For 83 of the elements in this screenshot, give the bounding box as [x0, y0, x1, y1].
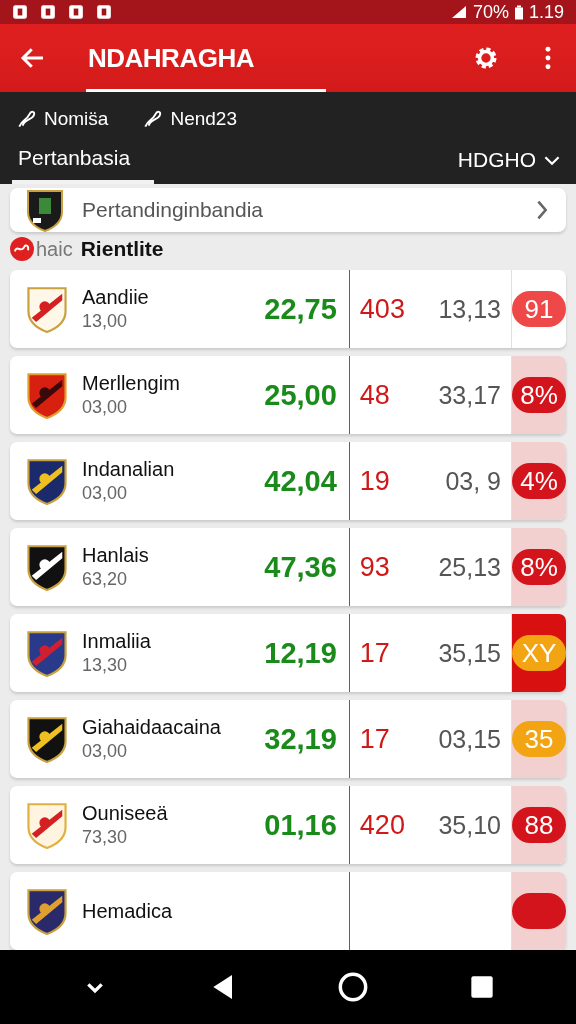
odds-value: 22,75	[264, 292, 337, 326]
signal-icon	[450, 4, 467, 20]
crest-icon	[24, 887, 70, 935]
match-row[interactable]: Hanlais 63,20 47,36 93 25,13 8%	[10, 528, 566, 606]
league-card[interactable]: Pertandinginbandia	[10, 188, 566, 232]
count-value: 93	[359, 551, 390, 583]
chevron-down-icon	[544, 154, 560, 166]
team-time: 73,30	[82, 827, 129, 848]
logo-icon	[10, 237, 34, 261]
dropdown[interactable]: HDGHO	[457, 136, 560, 184]
score-value: 13,13	[438, 294, 501, 324]
tab[interactable]: Pertanbasia	[12, 136, 155, 184]
team-time: 03,00	[82, 741, 129, 762]
notification-icon	[68, 4, 84, 20]
team-name: Giahaidaacaina	[82, 716, 222, 739]
score-value: 33,17	[438, 380, 501, 410]
count-value: 17	[359, 637, 390, 669]
score-value: 35,10	[438, 810, 501, 840]
count-value: 19	[359, 465, 390, 497]
count-value: 403	[359, 293, 405, 325]
team-time: 13,00	[82, 311, 129, 332]
crest-icon	[24, 371, 70, 419]
crest-icon	[24, 543, 70, 591]
app-title: NDAHRAGHA	[88, 42, 254, 74]
odds-value: 32,19	[264, 722, 337, 756]
crest-icon	[24, 801, 70, 849]
team-name: Merllengim	[82, 372, 181, 395]
crest-icon	[24, 629, 70, 677]
clock: 1.19	[528, 1, 564, 23]
match-row[interactable]: Inmaliia 13,30 12,19 17 35,15 XY	[10, 614, 566, 692]
crest-icon	[24, 285, 70, 333]
league-name: Pertandinginbandia	[82, 198, 264, 222]
odds-value: 12,19	[264, 636, 337, 670]
team-name: Hanlais	[82, 544, 150, 567]
team-time: 63,20	[82, 569, 129, 590]
match-row[interactable]: Giahaidaacaina 03,00 32,19 17 03,15 35	[10, 700, 566, 778]
home-icon[interactable]	[336, 971, 369, 1003]
team-time: 13,30	[82, 655, 129, 676]
battery-percent: 70%	[472, 1, 509, 23]
odds-value: 25,00	[264, 378, 337, 412]
pen-icon	[16, 108, 38, 130]
count-value: 48	[359, 379, 390, 411]
crest-icon	[24, 457, 70, 505]
percent-badge: 8%	[512, 549, 566, 585]
match-row[interactable]: Indanalian 03,00 42,04 19 03, 9 4%	[10, 442, 566, 520]
percent-badge: 91	[512, 291, 566, 327]
section-prefix: haic	[36, 237, 73, 261]
battery-icon	[514, 4, 523, 20]
score-value: 03, 9	[445, 466, 501, 496]
score-value: 35,15	[438, 638, 501, 668]
notification-icon	[12, 4, 28, 20]
score-value: 25,13	[438, 552, 501, 582]
count-value: 420	[359, 809, 405, 841]
score-value: 03,15	[438, 724, 501, 754]
percent-badge: 8%	[512, 377, 566, 413]
section-title: Rientlite	[80, 237, 164, 261]
team-name: Indanalian	[82, 458, 176, 481]
crest-icon	[24, 188, 66, 232]
team-name: Hemadica	[82, 899, 174, 923]
odds-value: 01,16	[264, 808, 337, 842]
crest-icon	[24, 715, 70, 763]
more-menu-icon[interactable]	[544, 45, 552, 71]
team-name: Aandiie	[82, 286, 150, 309]
match-row[interactable]: Aandiie 13,00 22,75 403 13,13 91	[10, 270, 566, 348]
percent-badge: 4%	[512, 463, 566, 499]
chevron-right-icon	[536, 200, 548, 220]
match-row[interactable]: Ouniseeä 73,30 01,16 420 35,10 88	[10, 786, 566, 864]
match-row[interactable]: Merllengim 03,00 25,00 48 33,17 8%	[10, 356, 566, 434]
team-time: 03,00	[82, 483, 129, 504]
notification-icon	[40, 4, 56, 20]
percent-badge: XY	[512, 635, 566, 671]
filter-link[interactable]: Nend23	[142, 108, 237, 130]
percent-badge: 88	[512, 807, 566, 843]
odds-value: 47,36	[264, 550, 337, 584]
count-value: 17	[359, 723, 390, 755]
match-row[interactable]: Hemadica	[10, 872, 566, 950]
odds-value: 42,04	[264, 464, 337, 498]
team-time: 03,00	[82, 397, 129, 418]
team-name: Inmaliia	[82, 630, 152, 653]
filter-link[interactable]: Nomis̈a	[16, 108, 109, 130]
percent-badge: 35	[512, 721, 566, 757]
team-name: Ouniseeä	[82, 802, 169, 825]
notification-icon	[96, 4, 112, 20]
